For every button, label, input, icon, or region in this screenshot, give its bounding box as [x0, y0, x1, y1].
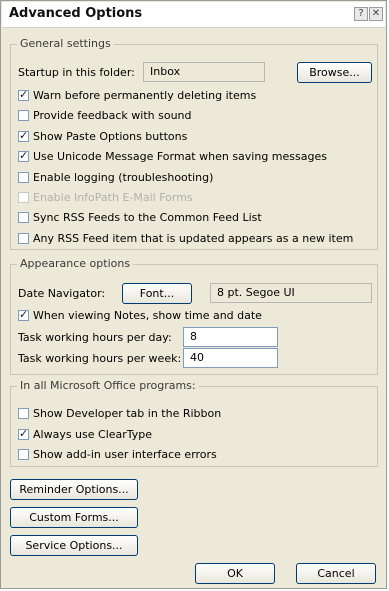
appearance-options-group: Appearance options Date Navigator: Font.… — [10, 257, 378, 375]
cancel-button[interactable]: Cancel — [296, 563, 376, 584]
option-warn-delete[interactable]: Warn before permanently deleting items — [18, 87, 256, 103]
option-notes-time-date[interactable]: When viewing Notes, show time and date — [18, 307, 262, 323]
option-label: Sync RSS Feeds to the Common Feed List — [33, 210, 262, 224]
hours-per-week-label: Task working hours per week: — [18, 352, 182, 365]
option-unicode-format[interactable]: Use Unicode Message Format when saving m… — [18, 148, 327, 164]
option-label: When viewing Notes, show time and date — [33, 308, 262, 322]
general-settings-group: General settings Startup in this folder:… — [10, 37, 378, 250]
checkbox[interactable] — [18, 448, 29, 460]
checkbox[interactable] — [18, 232, 29, 244]
option-addin-errors[interactable]: Show add-in user interface errors — [18, 446, 217, 462]
checkbox[interactable] — [18, 407, 29, 419]
option-enable-logging[interactable]: Enable logging (troubleshooting) — [18, 169, 213, 185]
option-paste-options[interactable]: Show Paste Options buttons — [18, 128, 187, 144]
checkbox[interactable] — [18, 171, 29, 183]
checkbox[interactable] — [18, 308, 29, 321]
option-feedback-sound[interactable]: Provide feedback with sound — [18, 107, 192, 123]
checkbox — [18, 191, 29, 203]
font-value-field: 8 pt. Segoe UI — [210, 283, 372, 303]
close-icon[interactable]: ✕ — [369, 7, 383, 21]
checkbox[interactable] — [18, 427, 29, 440]
option-developer-tab[interactable]: Show Developer tab in the Ribbon — [18, 405, 221, 421]
hours-per-day-input[interactable]: 8 — [183, 327, 278, 347]
option-label: Show add-in user interface errors — [33, 447, 217, 461]
hours-per-week-input[interactable]: 40 — [183, 348, 278, 368]
option-label: Warn before permanently deleting items — [33, 88, 257, 102]
startup-folder-label: Startup in this folder: — [18, 66, 135, 79]
option-infopath-forms: Enable InfoPath E-Mail Forms — [18, 189, 193, 205]
appearance-options-label: Appearance options — [17, 257, 134, 270]
office-programs-group: In all Microsoft Office programs: Show D… — [10, 379, 378, 467]
checkbox[interactable] — [18, 149, 29, 162]
option-sync-rss[interactable]: Sync RSS Feeds to the Common Feed List — [18, 209, 262, 225]
option-label: Use Unicode Message Format when saving m… — [33, 149, 327, 163]
advanced-options-dialog: Advanced Options ? ✕ General settings St… — [0, 0, 387, 589]
hours-per-day-label: Task working hours per day: — [18, 331, 172, 344]
checkbox[interactable] — [18, 88, 29, 101]
help-icon[interactable]: ? — [354, 7, 368, 21]
office-programs-label: In all Microsoft Office programs: — [17, 379, 199, 392]
option-label: Enable logging (troubleshooting) — [33, 170, 214, 184]
browse-button[interactable]: Browse... — [297, 62, 372, 83]
dialog-title: Advanced Options — [9, 6, 143, 21]
general-settings-label: General settings — [17, 37, 114, 50]
checkbox[interactable] — [18, 129, 29, 142]
date-navigator-label: Date Navigator: — [18, 287, 106, 300]
font-button[interactable]: Font... — [122, 283, 192, 304]
title-bar: Advanced Options ? ✕ — [2, 2, 385, 28]
service-options-button[interactable]: Service Options... — [10, 535, 138, 556]
startup-folder-field: Inbox — [143, 62, 265, 82]
option-rss-updated-new[interactable]: Any RSS Feed item that is updated appear… — [18, 230, 353, 246]
custom-forms-button[interactable]: Custom Forms... — [10, 507, 138, 528]
option-label: Enable InfoPath E-Mail Forms — [33, 190, 193, 204]
option-label: Show Paste Options buttons — [33, 129, 188, 143]
reminder-options-button[interactable]: Reminder Options... — [10, 479, 138, 500]
option-cleartype[interactable]: Always use ClearType — [18, 426, 152, 442]
checkbox[interactable] — [18, 109, 29, 121]
ok-button[interactable]: OK — [195, 563, 275, 584]
option-label: Provide feedback with sound — [33, 108, 192, 122]
option-label: Always use ClearType — [33, 427, 153, 441]
option-label: Show Developer tab in the Ribbon — [33, 406, 222, 420]
option-label: Any RSS Feed item that is updated appear… — [33, 231, 354, 245]
checkbox[interactable] — [18, 211, 29, 223]
